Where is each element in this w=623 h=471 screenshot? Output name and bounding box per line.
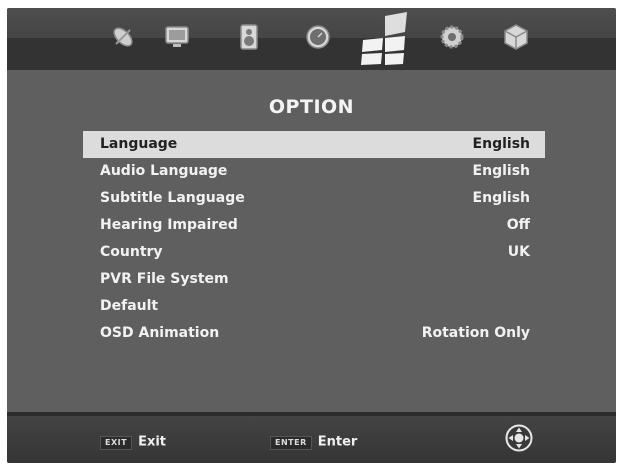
- tv-icon[interactable]: [162, 22, 192, 52]
- navigation-pad-icon[interactable]: [505, 424, 533, 452]
- menu-row-value: Rotation Only: [421, 325, 530, 341]
- menu-row-osd-animation[interactable]: OSD Animation Rotation Only: [83, 320, 545, 347]
- bottom-hint-bar: EXIT Exit ENTER Enter: [7, 412, 616, 463]
- menu-row-value: UK: [507, 244, 530, 260]
- top-icon-bar: [7, 8, 616, 70]
- bottom-bar-stripe: [7, 412, 616, 416]
- menu-row-pvr-file-system[interactable]: PVR File System: [83, 266, 545, 293]
- menu-row-label: Subtitle Language: [100, 190, 245, 206]
- menu-row-subtitle-language[interactable]: Subtitle Language English: [83, 185, 545, 212]
- exit-key-badge: EXIT: [100, 435, 133, 450]
- settings-gear-icon[interactable]: [437, 22, 467, 52]
- menu-row-country[interactable]: Country UK: [83, 239, 545, 266]
- menu-row-label: Country: [100, 244, 163, 260]
- menu-row-label: PVR File System: [100, 271, 229, 287]
- menu-row-value: English: [472, 136, 530, 152]
- exit-label: Exit: [138, 434, 167, 450]
- option-menu: Language English Audio Language English …: [83, 131, 545, 347]
- cube-icon[interactable]: [501, 22, 531, 52]
- enter-hint[interactable]: ENTER Enter: [270, 434, 357, 450]
- menu-row-language[interactable]: Language English: [83, 131, 545, 158]
- clock-icon[interactable]: [303, 22, 333, 52]
- menu-row-label: Hearing Impaired: [100, 217, 238, 233]
- menu-row-label: OSD Animation: [100, 325, 220, 341]
- menu-row-label: Language: [100, 136, 178, 152]
- option-icon[interactable]: [355, 10, 411, 66]
- menu-row-audio-language[interactable]: Audio Language English: [83, 158, 545, 185]
- speaker-icon[interactable]: [234, 22, 264, 52]
- menu-row-value: Off: [506, 217, 530, 233]
- menu-row-label: Default: [100, 298, 159, 314]
- enter-label: Enter: [317, 434, 358, 450]
- menu-row-hearing-impaired[interactable]: Hearing Impaired Off: [83, 212, 545, 239]
- menu-row-value: English: [472, 190, 530, 206]
- menu-row-default[interactable]: Default: [83, 293, 545, 320]
- exit-hint[interactable]: EXIT Exit: [100, 434, 166, 450]
- page-title: OPTION: [268, 96, 355, 118]
- enter-key-badge: ENTER: [270, 435, 312, 450]
- satellite-icon[interactable]: [108, 22, 138, 52]
- menu-row-label: Audio Language: [100, 163, 228, 179]
- osd-screen: OPTION Language English Audio Language E…: [7, 8, 616, 463]
- menu-row-value: English: [472, 163, 530, 179]
- menu-icons: [7, 8, 616, 70]
